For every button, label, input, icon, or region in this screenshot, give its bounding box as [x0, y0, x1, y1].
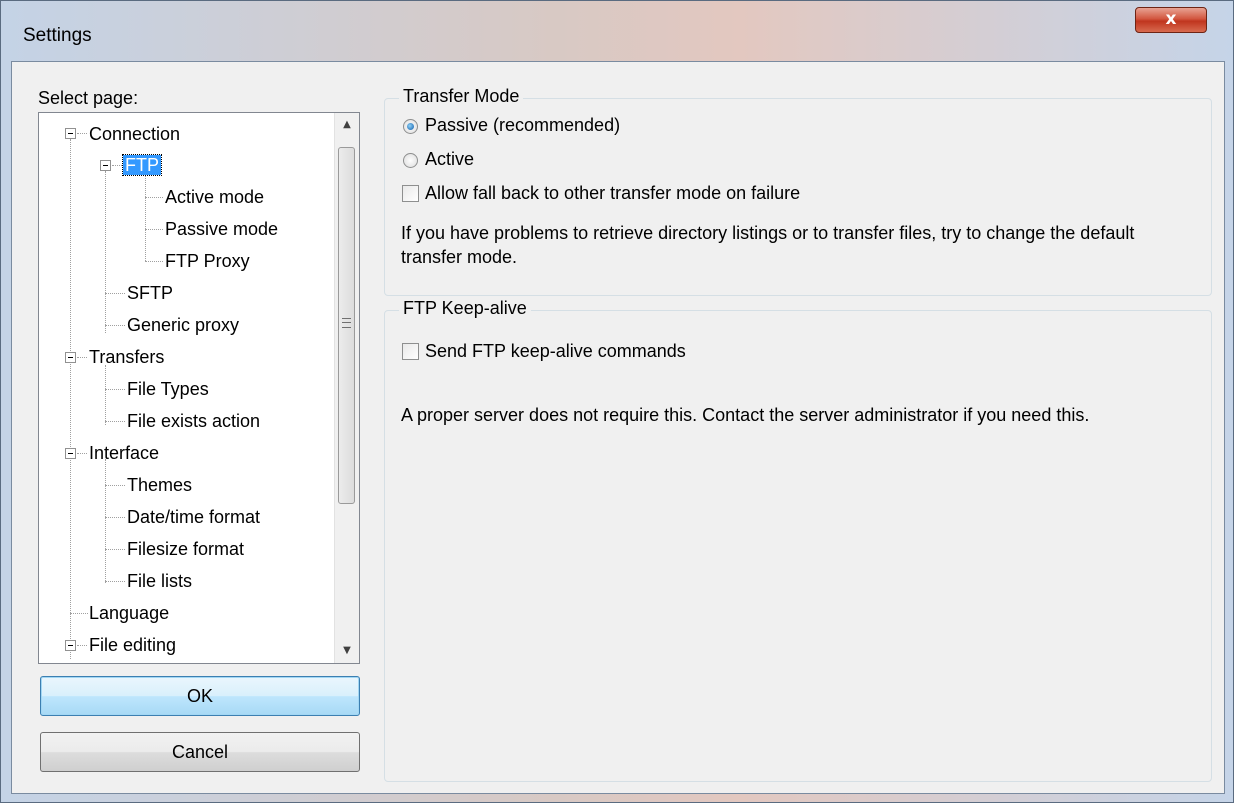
keepalive-help-text: A proper server does not require this. C… [401, 405, 1090, 425]
tree-item-passive-mode[interactable]: Passive mode [165, 214, 278, 244]
tree-item-datetime-format[interactable]: Date/time format [127, 502, 260, 532]
settings-page-tree[interactable]: Connection FTP Active mode Passive mode … [38, 112, 360, 664]
tree-line [105, 389, 125, 390]
keepalive-checkbox[interactable] [402, 343, 419, 360]
tree-line [105, 549, 125, 550]
tree-line [77, 133, 87, 134]
transfer-mode-help-text: If you have problems to retrieve directo… [401, 223, 1135, 267]
tree-line [105, 421, 125, 422]
tree-item-connection[interactable]: Connection [89, 119, 180, 149]
transfer-mode-title: Transfer Mode [399, 86, 524, 107]
tree-line [105, 325, 125, 326]
grip-icon [342, 318, 351, 328]
tree-item-themes[interactable]: Themes [127, 470, 192, 500]
tree-line [105, 517, 125, 518]
tree-collapse-icon[interactable] [65, 352, 76, 363]
scroll-up-arrow-icon[interactable]: ▲ [335, 113, 359, 137]
tree-item-active-mode[interactable]: Active mode [165, 182, 264, 212]
scrollbar-thumb[interactable] [338, 147, 355, 504]
tree-line [70, 139, 71, 659]
passive-radio-label[interactable]: Passive (recommended) [425, 115, 620, 136]
settings-window: Settings x Select page: Connection FTP A… [0, 0, 1234, 803]
tree-collapse-icon[interactable] [100, 160, 111, 171]
tree-collapse-icon[interactable] [65, 640, 76, 651]
ok-button[interactable]: OK [40, 676, 360, 716]
fallback-checkbox-label[interactable]: Allow fall back to other transfer mode o… [425, 183, 800, 204]
close-button[interactable]: x [1135, 7, 1207, 33]
title-bar[interactable]: Settings x [1, 1, 1233, 61]
passive-radio[interactable] [403, 119, 418, 134]
select-page-label: Select page: [38, 88, 139, 108]
tree-item-sftp[interactable]: SFTP [127, 278, 173, 308]
tree-content: Connection FTP Active mode Passive mode … [39, 113, 335, 663]
keepalive-title: FTP Keep-alive [399, 298, 531, 319]
tree-item-ftp-label: FTP [122, 154, 162, 176]
tree-item-ftp[interactable]: FTP [122, 150, 162, 180]
close-icon: x [1165, 9, 1177, 29]
tree-item-file-types[interactable]: File Types [127, 374, 209, 404]
tree-collapse-icon[interactable] [65, 448, 76, 459]
keepalive-checkbox-label[interactable]: Send FTP keep-alive commands [425, 341, 686, 362]
tree-line [145, 229, 163, 230]
tree-line [105, 293, 125, 294]
tree-scrollbar[interactable]: ▲ ▼ [334, 113, 359, 663]
tree-line [70, 613, 88, 614]
scroll-down-arrow-icon[interactable]: ▼ [335, 639, 359, 663]
tree-line [77, 453, 87, 454]
tree-line [105, 485, 125, 486]
tree-line [77, 357, 87, 358]
fallback-checkbox[interactable] [402, 185, 419, 202]
keepalive-group: FTP Keep-alive Send FTP keep-alive comma… [384, 298, 1212, 782]
tree-line [112, 165, 122, 166]
dialog-client-area: Select page: Connection FTP Active mode … [11, 61, 1225, 794]
tree-line [105, 459, 106, 583]
tree-item-file-editing[interactable]: File editing [89, 630, 176, 660]
tree-item-filesize-format[interactable]: Filesize format [127, 534, 244, 564]
tree-item-language[interactable]: Language [89, 598, 169, 628]
tree-line [145, 171, 146, 261]
cancel-button[interactable]: Cancel [40, 732, 360, 772]
tree-line [105, 171, 106, 333]
tree-line [145, 261, 163, 262]
tree-item-file-lists[interactable]: File lists [127, 566, 192, 596]
tree-item-ftp-proxy[interactable]: FTP Proxy [165, 246, 250, 276]
transfer-mode-group: Transfer Mode Passive (recommended) Acti… [384, 86, 1212, 296]
tree-item-transfers[interactable]: Transfers [89, 342, 164, 372]
tree-item-generic-proxy[interactable]: Generic proxy [127, 310, 239, 340]
tree-item-interface[interactable]: Interface [89, 438, 159, 468]
tree-line [105, 581, 125, 582]
tree-item-file-exists-action[interactable]: File exists action [127, 406, 260, 436]
tree-line [105, 365, 106, 425]
active-radio-label[interactable]: Active [425, 149, 474, 170]
active-radio[interactable] [403, 153, 418, 168]
tree-line [145, 197, 163, 198]
tree-line [77, 645, 87, 646]
window-title: Settings [23, 25, 92, 46]
tree-collapse-icon[interactable] [65, 128, 76, 139]
